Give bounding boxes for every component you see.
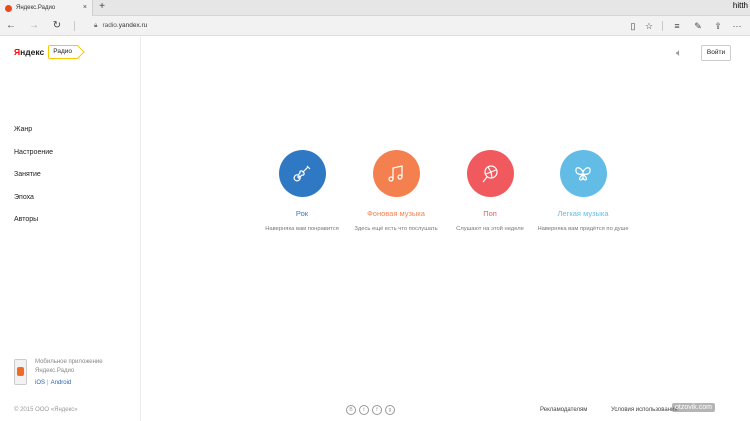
guitar-icon — [293, 165, 311, 181]
genre-circle[interactable] — [372, 150, 420, 197]
genre-desc: Наверняка вам придётся по душе — [537, 226, 629, 232]
genre-desc: Наверняка вам понравится — [265, 226, 339, 232]
sidebar-item-genre[interactable]: Жанр — [14, 119, 53, 142]
tab-close-icon[interactable]: × — [83, 4, 87, 11]
terms-link[interactable]: Условия использования — [611, 407, 678, 413]
genre-name[interactable]: Поп — [440, 209, 540, 218]
watermark: otzovik.com — [672, 403, 715, 412]
toolbar-separator — [662, 21, 663, 31]
browser-tab-bar: Яндекс.Радио × + hitth — [0, 0, 750, 16]
favorite-star-icon[interactable]: ☆ — [642, 19, 656, 33]
logo-yandex-text: Яндекс — [14, 47, 45, 57]
volume-icon[interactable]: 🔈︎ — [676, 48, 682, 59]
copyright: © 2015 ООО «Яндекс» — [14, 407, 78, 413]
genre-name[interactable]: Рок — [252, 209, 352, 218]
new-tab-button[interactable]: + — [96, 1, 108, 13]
genre-card-pop[interactable]: Поп Слушают на этой неделе — [440, 150, 540, 234]
ios-link[interactable]: iOS — [35, 380, 45, 386]
page: Яндекс Радио Жанр Настроение Занятие Эпо… — [0, 37, 750, 421]
genre-card-easy[interactable]: Легкая музыка Наверняка вам придётся по … — [533, 150, 633, 234]
reading-view-icon[interactable]: ▯ — [626, 19, 640, 33]
url-prefix: radio. — [102, 22, 119, 29]
nav-separator — [74, 21, 75, 31]
promo-links: iOS | Android — [35, 380, 72, 386]
lollipop-icon — [482, 164, 498, 182]
genre-desc: Слушают на этой неделе — [456, 226, 524, 232]
address-bar[interactable]: 🔒︎ radio.yandex.ru — [94, 19, 147, 33]
butterfly-icon — [575, 166, 591, 181]
refresh-icon[interactable]: ↻ — [50, 19, 64, 33]
forward-arrow-icon[interactable]: → — [27, 19, 41, 33]
login-button[interactable]: Войти — [701, 45, 731, 61]
hub-icon[interactable]: ≡ — [670, 19, 684, 33]
twitter-icon[interactable]: t — [359, 405, 369, 415]
lock-icon: 🔒︎ — [94, 22, 98, 29]
genre-card-background[interactable]: Фоновая музыка Здесь ещё есть что послуш… — [346, 150, 446, 234]
footer-socials: В t f g — [346, 405, 395, 415]
yandex-favicon-icon — [5, 4, 12, 12]
genre-circle[interactable] — [278, 150, 326, 197]
side-menu: Жанр Настроение Занятие Эпоха Авторы — [14, 119, 53, 232]
genre-card-rock[interactable]: Рок Наверняка вам понравится — [252, 150, 352, 234]
browser-tab[interactable]: Яндекс.Радио × — [0, 0, 93, 16]
facebook-icon[interactable]: f — [372, 405, 382, 415]
genre-name[interactable]: Легкая музыка — [533, 209, 633, 218]
genre-circle[interactable] — [466, 150, 514, 197]
browser-nav-bar: ← → ↻ 🔒︎ radio.yandex.ru ▯ ☆ ≡ ✎ ⇪ ··· — [0, 16, 750, 36]
music-note-icon — [388, 164, 403, 182]
logo-radio-badge: Радио — [48, 45, 80, 59]
tab-title: Яндекс.Радио — [16, 5, 56, 11]
vk-icon[interactable]: В — [346, 405, 356, 415]
odnoklassniki-icon[interactable]: g — [385, 405, 395, 415]
genre-name[interactable]: Фоновая музыка — [346, 209, 446, 218]
advertisers-link[interactable]: Рекламодателям — [540, 407, 587, 413]
share-icon[interactable]: ⇪ — [711, 19, 725, 33]
yandex-radio-logo[interactable]: Яндекс Радио — [14, 44, 80, 60]
sidebar-item-activity[interactable]: Занятие — [14, 164, 53, 187]
back-arrow-icon[interactable]: ← — [4, 19, 18, 33]
sidebar-item-authors[interactable]: Авторы — [14, 209, 53, 232]
sidebar: Яндекс Радио Жанр Настроение Занятие Эпо… — [0, 37, 141, 421]
promo-text: Мобильное приложение Яндекс.Радио — [35, 359, 103, 374]
genre-desc: Здесь ещё есть что послушать — [354, 226, 438, 232]
web-note-icon[interactable]: ✎ — [691, 19, 705, 33]
url-host: yandex.ru — [118, 22, 148, 29]
android-link[interactable]: Android — [51, 380, 72, 386]
sidebar-item-epoch[interactable]: Эпоха — [14, 187, 53, 210]
more-icon[interactable]: ··· — [730, 19, 744, 33]
corner-text: hitth — [732, 1, 748, 10]
sidebar-item-mood[interactable]: Настроение — [14, 142, 53, 165]
phone-icon — [14, 359, 27, 385]
genre-circle[interactable] — [559, 150, 607, 197]
